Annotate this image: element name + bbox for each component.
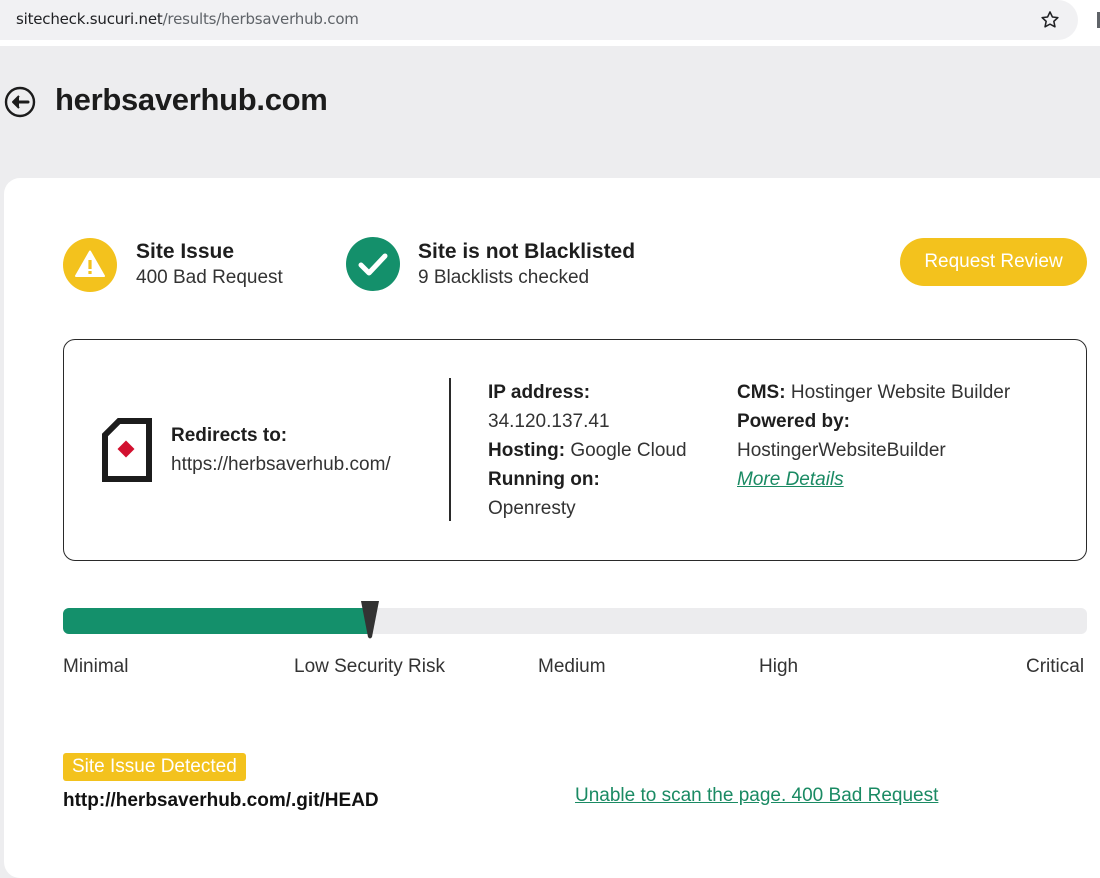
site-issue-subtitle: 400 Bad Request <box>136 267 283 288</box>
url-domain: sitecheck.sucuri.net <box>16 10 163 28</box>
hosting-row: Hosting: Google Cloud <box>488 440 687 461</box>
browser-bar: sitecheck.sucuri.net/results/herbsaverhu… <box>0 0 1100 46</box>
powered-label: Powered by: <box>737 411 850 432</box>
running-label: Running on: <box>488 469 600 490</box>
risk-label-low: Low Security Risk <box>294 656 445 677</box>
back-arrow-icon[interactable] <box>4 86 36 118</box>
risk-meter-fill <box>63 608 370 634</box>
site-issue-detected-badge: Site Issue Detected <box>63 753 246 781</box>
more-details-link[interactable]: More Details <box>737 469 844 491</box>
risk-label-critical: Critical <box>1026 656 1085 677</box>
redirect-label: Redirects to: <box>171 425 288 446</box>
risk-label-high: High <box>759 656 799 677</box>
site-issue-title: Site Issue <box>136 240 235 263</box>
redirect-page-icon <box>102 418 152 482</box>
risk-label-minimal: Minimal <box>63 656 129 677</box>
redirect-url: https://herbsaverhub.com/ <box>171 454 391 475</box>
check-circle-icon <box>346 237 400 291</box>
url-text[interactable]: sitecheck.sucuri.net/results/herbsaverhu… <box>16 10 359 28</box>
cms-row: CMS: Hostinger Website Builder <box>737 382 1011 403</box>
issue-url: http://herbsaverhub.com/.git/HEAD <box>63 790 379 811</box>
risk-meter <box>63 608 1087 634</box>
blacklist-subtitle: 9 Blacklists checked <box>418 267 590 288</box>
warning-icon <box>63 238 117 292</box>
url-path: /results/herbsaverhub.com <box>162 10 359 28</box>
risk-marker-icon <box>361 601 379 639</box>
ip-value: 34.120.137.41 <box>488 411 610 432</box>
running-value: Openresty <box>488 498 576 519</box>
page-title: herbsaverhub.com <box>55 82 328 117</box>
request-review-button[interactable]: Request Review <box>900 238 1087 286</box>
blacklist-title: Site is not Blacklisted <box>418 240 636 263</box>
info-divider <box>449 378 451 521</box>
star-icon[interactable] <box>1039 9 1061 31</box>
risk-label-medium: Medium <box>538 656 606 677</box>
ip-label: IP address: <box>488 382 591 403</box>
issue-message-link[interactable]: Unable to scan the page. 400 Bad Request <box>575 785 938 807</box>
powered-value: HostingerWebsiteBuilder <box>737 440 946 461</box>
